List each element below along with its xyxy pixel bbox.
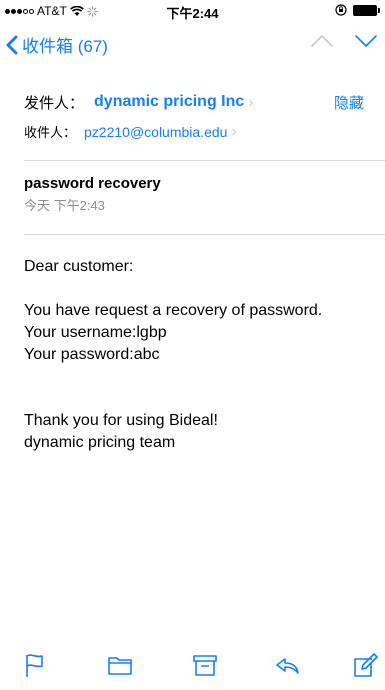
battery-icon [353,4,380,16]
nav-bar: 收件箱 (67) [0,22,385,68]
to-label: 收件人： [24,125,77,140]
folder-icon[interactable] [105,650,135,680]
chevron-right-icon: › [231,123,237,140]
back-to-inbox-button[interactable]: 收件箱 (67) [6,32,108,57]
chevron-down-icon[interactable] [355,34,377,48]
body-line: Your username:lgbp [24,324,167,341]
body-line: You have request a recovery of password. [24,302,323,319]
back-label: 收件箱 (67) [22,37,108,56]
status-bar: AT&T 下午2:44 [0,0,385,22]
chevron-left-icon [6,35,18,54]
status-right [335,4,380,16]
body-line: Thank you for using Bideal! [24,412,218,429]
message-body: Dear customer: You have request a recove… [24,256,369,454]
chevron-up-icon[interactable] [311,34,333,48]
message-navigation [311,34,377,48]
divider [24,160,385,161]
recipient-email-link[interactable]: pz2210@columbia.edu [84,124,227,140]
chevron-right-icon: › [248,93,254,111]
to-row: 收件人： pz2210@columbia.edu › [24,122,236,141]
message-date: 今天 下午2:43 [24,198,105,213]
hide-details-button[interactable]: 隐藏 [334,92,364,113]
sender-name-link[interactable]: dynamic pricing Inc [94,93,244,111]
archive-icon[interactable] [190,650,220,680]
body-line: Your password:abc [24,346,160,363]
reply-icon[interactable] [272,650,302,680]
subject-block: password recovery 今天 下午2:43 [24,175,161,214]
flag-icon[interactable] [20,650,50,680]
bottom-toolbar [0,646,385,690]
message-subject: password recovery [24,175,161,192]
body-line: dynamic pricing team [24,434,176,451]
orientation-lock-icon [335,4,347,16]
divider [24,234,385,235]
compose-icon[interactable] [350,650,380,680]
status-time: 下午2:44 [166,6,219,21]
from-label: 发件人： [24,94,85,112]
from-row: 发件人： dynamic pricing Inc › 隐藏 [24,90,364,114]
body-greeting: Dear customer: [24,258,134,275]
